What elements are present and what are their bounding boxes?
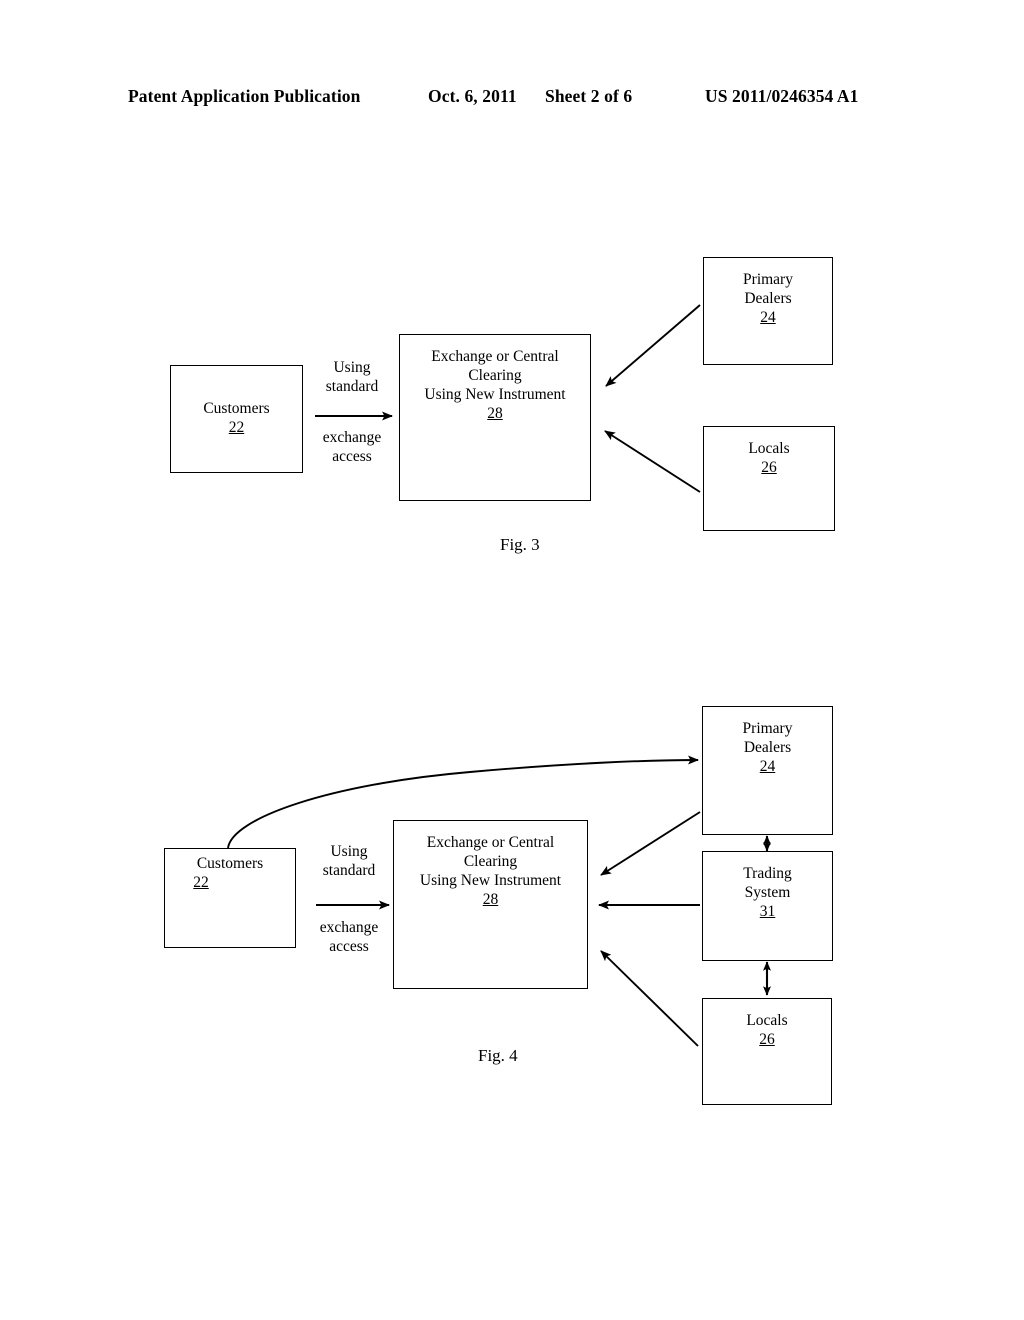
fig4-primary-dealers-line2: Dealers [743, 738, 792, 756]
fig4-exchange-line3: Using New Instrument [419, 871, 562, 889]
fig4-trading-system-line2: System [744, 883, 791, 901]
fig4-customers-ref: 22 [193, 873, 209, 891]
fig4-locals-label: Locals [746, 1012, 788, 1029]
fig4-edge-label-top-line2: standard [322, 862, 376, 880]
fig3-edge-label-bottom-line2: access [332, 448, 372, 466]
fig4-edge-label-bottom-line2: access [329, 938, 369, 956]
fig3-exchange-line1: Exchange or Central [431, 348, 559, 365]
fig3-node-customers[interactable]: Customers 22 [170, 365, 303, 473]
fig4-customers-label: Customers [196, 855, 264, 872]
fig3-customers-ref: 22 [228, 419, 245, 436]
fig4-exchange-ref: 28 [482, 890, 499, 908]
fig4-node-exchange[interactable]: Exchange or Central Clearing Using New I… [393, 820, 588, 989]
fig3-edge-label-top: Using standard [306, 358, 398, 396]
figure-4-caption: Fig. 4 [478, 1046, 518, 1065]
fig4-node-primary-dealers[interactable]: Primary Dealers 24 [702, 706, 833, 835]
fig3-exchange-ref: 28 [487, 404, 503, 422]
figure-3: Customers 22 Exchange or Central Clearin… [0, 230, 1024, 570]
fig3-exchange-line3: Using New Instrument [424, 385, 566, 403]
fig4-node-trading-system[interactable]: Trading System 31 [702, 851, 833, 961]
fig3-locals-label: Locals [748, 440, 790, 457]
header-publication-title: Patent Application Publication [128, 86, 361, 106]
fig4-node-customers[interactable]: Customers 22 [164, 848, 296, 948]
fig3-primary-dealers-line2: Dealers [744, 289, 792, 307]
fig3-edge-label-bottom-line1: exchange [322, 429, 382, 446]
figure-3-caption: Fig. 3 [500, 535, 540, 554]
header-sheet-number: Sheet 2 of 6 [545, 86, 633, 106]
fig4-primary-dealers-ref: 24 [759, 757, 776, 775]
fig4-trading-system-line1: Trading [743, 865, 792, 882]
fig3-node-primary-dealers[interactable]: Primary Dealers 24 [703, 257, 833, 365]
fig4-edge-label-top: Using standard [303, 842, 395, 880]
fig3-node-exchange[interactable]: Exchange or Central Clearing Using New I… [399, 334, 591, 501]
fig3-edge-label-top-line2: standard [325, 378, 379, 396]
header-publication-date: Oct. 6, 2011 [428, 86, 517, 106]
arrow-primary-dealers-to-exchange [600, 811, 701, 876]
fig3-primary-dealers-line1: Primary [743, 271, 793, 288]
fig4-exchange-line2: Clearing [463, 852, 518, 870]
fig4-primary-dealers-line1: Primary [742, 720, 793, 737]
arrow-locals-to-exchange [600, 950, 699, 1047]
fig4-exchange-line1: Exchange or Central [426, 834, 555, 851]
fig3-customers-label: Customers [203, 400, 270, 418]
fig3-locals-ref: 26 [761, 458, 777, 476]
fig4-locals-ref: 26 [759, 1030, 775, 1048]
fig3-edge-label-top-line1: Using [333, 359, 371, 376]
fig4-trading-system-ref: 31 [759, 902, 776, 920]
fig4-edge-label-bottom: exchange access [303, 918, 395, 956]
fig3-exchange-line2: Clearing [468, 366, 522, 384]
figure-4: Customers 22 Exchange or Central Clearin… [0, 690, 1024, 1110]
arrow-locals-to-exchange [604, 430, 701, 493]
fig3-primary-dealers-ref: 24 [760, 308, 776, 326]
fig4-edge-label-top-line1: Using [330, 843, 368, 860]
arrow-primary-dealers-to-exchange [605, 304, 701, 387]
fig3-node-locals[interactable]: Locals 26 [703, 426, 835, 531]
header-patent-number: US 2011/0246354 A1 [705, 86, 859, 106]
fig3-edge-label-bottom: exchange access [306, 428, 398, 466]
fig4-node-locals[interactable]: Locals 26 [702, 998, 832, 1105]
fig4-edge-label-bottom-line1: exchange [319, 919, 379, 936]
page-header: Patent Application Publication Oct. 6, 2… [0, 86, 1024, 112]
